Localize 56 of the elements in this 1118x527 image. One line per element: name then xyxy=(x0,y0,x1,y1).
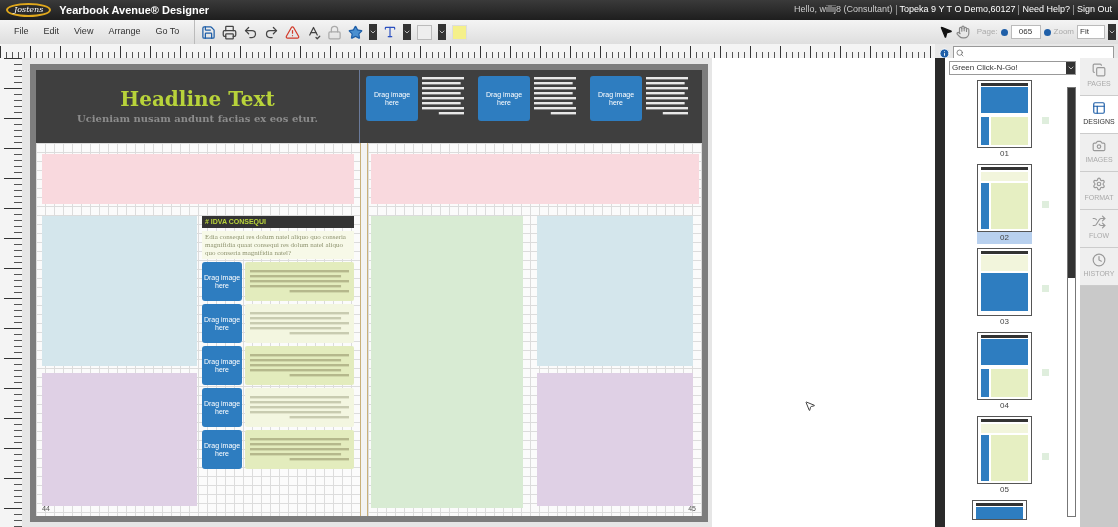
header-link[interactable]: Sign Out xyxy=(1076,3,1112,17)
font-icon[interactable] xyxy=(383,25,398,39)
gears-icon xyxy=(1092,177,1106,192)
shuffle-icon xyxy=(1092,215,1106,230)
page-thumbnail xyxy=(978,417,1031,483)
page-thumbnail-label[interactable]: 04 xyxy=(977,400,1032,412)
page-thumbnail-label[interactable]: 05 xyxy=(977,484,1032,496)
page-number-field[interactable]: 065 xyxy=(1010,25,1041,39)
status-square xyxy=(1042,284,1049,292)
design-set-select[interactable]: Green Click-N-Go! xyxy=(949,61,1076,75)
previous-page-icon[interactable] xyxy=(1000,28,1008,36)
color-swatch[interactable] xyxy=(452,24,468,40)
menu-item[interactable]: Arrange xyxy=(108,25,141,39)
status-square xyxy=(1042,200,1049,208)
redo-icon[interactable] xyxy=(264,24,280,40)
color-swatch[interactable] xyxy=(417,24,433,40)
header-info-text: Hello, willij8 (Consultant) xyxy=(793,3,893,17)
caption-text-lines-drawing xyxy=(534,76,576,116)
page-thumbnail xyxy=(978,81,1031,147)
page-thumbnail xyxy=(978,333,1031,399)
pointer-icon[interactable] xyxy=(938,25,953,39)
spellcheck-icon[interactable] xyxy=(306,24,322,40)
next-page-icon[interactable] xyxy=(1043,28,1051,36)
search-icon xyxy=(956,49,964,57)
header-info-text: Topeka 9 Y T O Demo,60127 xyxy=(899,3,1016,17)
caption-text-lines-drawing xyxy=(646,76,688,116)
status-square xyxy=(1042,368,1049,376)
status-square xyxy=(1042,116,1049,124)
pages-icon xyxy=(1092,63,1106,78)
zoom-select[interactable]: Fit xyxy=(1077,25,1105,39)
printer-icon[interactable] xyxy=(222,24,238,40)
caption-text-lines-drawing xyxy=(422,76,464,116)
star-icon[interactable] xyxy=(348,24,364,40)
undo-icon[interactable] xyxy=(243,24,259,40)
zoom-label: Zoom xyxy=(1053,26,1074,38)
status-square xyxy=(1042,452,1049,460)
page-thumbnail xyxy=(978,165,1031,231)
menu-item[interactable]: Go To xyxy=(155,25,180,39)
app-title: Yearbook Avenue® Designer xyxy=(59,2,210,18)
scrollbar[interactable] xyxy=(1067,87,1076,517)
warning-icon[interactable] xyxy=(285,24,301,40)
cursor-icon xyxy=(804,400,816,412)
headline[interactable]: Headline Text xyxy=(120,87,275,111)
info-icon[interactable] xyxy=(939,47,950,59)
page-thumbnail-label[interactable]: 02 xyxy=(977,232,1032,244)
save-icon[interactable] xyxy=(201,24,217,40)
header-link[interactable]: Need Help? xyxy=(1022,3,1070,17)
layout-icon xyxy=(1092,101,1106,116)
page-thumbnail-label[interactable]: 01 xyxy=(977,148,1032,160)
clock-icon xyxy=(1092,253,1106,268)
menu-item[interactable]: Edit xyxy=(43,25,60,39)
camera-icon xyxy=(1092,139,1106,154)
page-thumbnail-label[interactable]: 03 xyxy=(977,316,1032,328)
menu-item[interactable]: File xyxy=(14,25,29,39)
menu-item[interactable]: View xyxy=(74,25,94,39)
logo: Jostens xyxy=(6,3,52,17)
